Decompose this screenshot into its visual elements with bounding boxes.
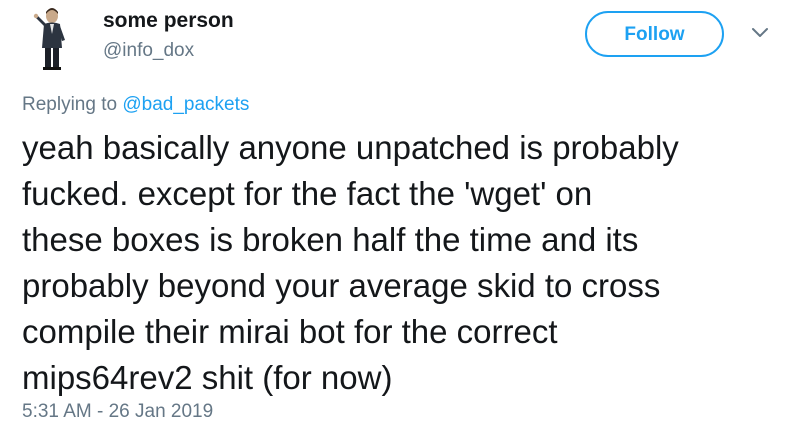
- follow-button[interactable]: Follow: [585, 11, 724, 57]
- avatar[interactable]: [22, 4, 82, 74]
- tweet-text-line: compile their mirai bot for the correct: [22, 313, 558, 350]
- tweet-card: some person @info_dox Follow Replying to…: [0, 0, 800, 443]
- reply-prefix: Replying to: [22, 94, 123, 115]
- tweet-text-line: fucked. except for the fact the 'wget' o…: [22, 175, 593, 212]
- author-display-name[interactable]: some person: [103, 9, 234, 33]
- tweet-text-line: these boxes is broken half the time and …: [22, 221, 639, 258]
- tweet-text-line: yeah basically anyone unpatched is proba…: [22, 129, 679, 166]
- reply-mention-link[interactable]: @bad_packets: [122, 94, 249, 115]
- tweet-text: yeah basically anyone unpatched is proba…: [22, 125, 792, 401]
- tweet-text-line: mips64rev2 shit (for now): [22, 359, 393, 396]
- chevron-down-icon[interactable]: [749, 24, 771, 42]
- tweet-text-line: probably beyond your average skid to cro…: [22, 267, 661, 304]
- reply-context: Replying to @bad_packets: [22, 94, 249, 116]
- tweet-timestamp[interactable]: 5:31 AM - 26 Jan 2019: [22, 401, 213, 423]
- author-handle[interactable]: @info_dox: [103, 40, 194, 62]
